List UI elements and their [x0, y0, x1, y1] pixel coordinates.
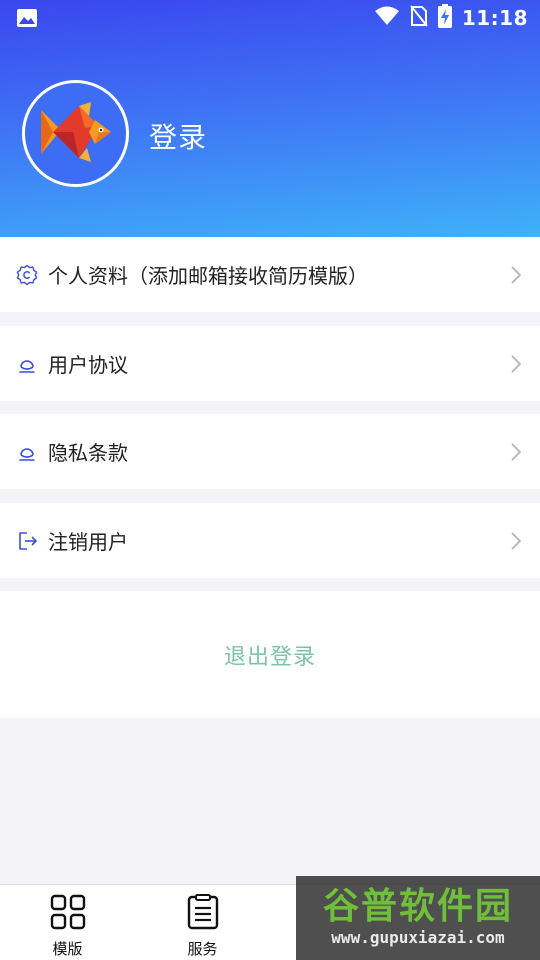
menu-item-privacy[interactable]: 隐私条款 — [0, 414, 540, 489]
menu-item-profile[interactable]: 个人资料（添加邮箱接收简历模版） — [0, 237, 540, 312]
chevron-right-icon — [510, 354, 522, 374]
sign-out-icon — [16, 530, 38, 552]
profile-header: 11:18 登录 — [0, 0, 540, 237]
settings-circle-icon — [16, 264, 38, 286]
nav-tab-services-label: 服务 — [187, 940, 218, 958]
menu-item-delete-account[interactable]: 注销用户 — [0, 503, 540, 578]
document-icon — [16, 441, 38, 463]
menu-item-profile-label: 个人资料（添加邮箱接收简历模版） — [48, 264, 368, 288]
wifi-icon — [374, 6, 400, 30]
no-sim-icon — [410, 5, 428, 31]
chevron-right-icon — [510, 442, 522, 462]
logout-panel: 退出登录 — [0, 591, 540, 718]
nav-tab-templates-label: 模版 — [52, 940, 83, 958]
grid-icon — [50, 894, 86, 934]
nav-tab-services[interactable]: 服务 — [135, 885, 270, 960]
watermark: 谷普软件园 www.gupuxiazai.com — [296, 876, 540, 960]
menu-item-privacy-label: 隐私条款 — [48, 441, 128, 465]
status-bar: 11:18 — [0, 0, 540, 36]
nav-tab-templates[interactable]: 模版 — [0, 885, 135, 960]
document-icon — [16, 353, 38, 375]
avatar[interactable] — [22, 80, 129, 187]
list-icon — [186, 894, 220, 934]
menu-item-delete-account-label: 注销用户 — [48, 530, 128, 554]
clock-time: 11:18 — [461, 6, 528, 30]
watermark-title: 谷普软件园 — [322, 886, 513, 927]
fish-logo-icon — [39, 101, 113, 166]
watermark-url: www.gupuxiazai.com — [331, 928, 505, 947]
logout-button[interactable]: 退出登录 — [224, 639, 316, 671]
chevron-right-icon — [510, 265, 522, 285]
battery-charging-icon — [437, 4, 452, 32]
image-icon — [16, 8, 38, 32]
login-label[interactable]: 登录 — [149, 116, 207, 156]
menu-item-user-agreement-label: 用户协议 — [48, 353, 128, 377]
chevron-right-icon — [510, 531, 522, 551]
menu-item-user-agreement[interactable]: 用户协议 — [0, 326, 540, 401]
